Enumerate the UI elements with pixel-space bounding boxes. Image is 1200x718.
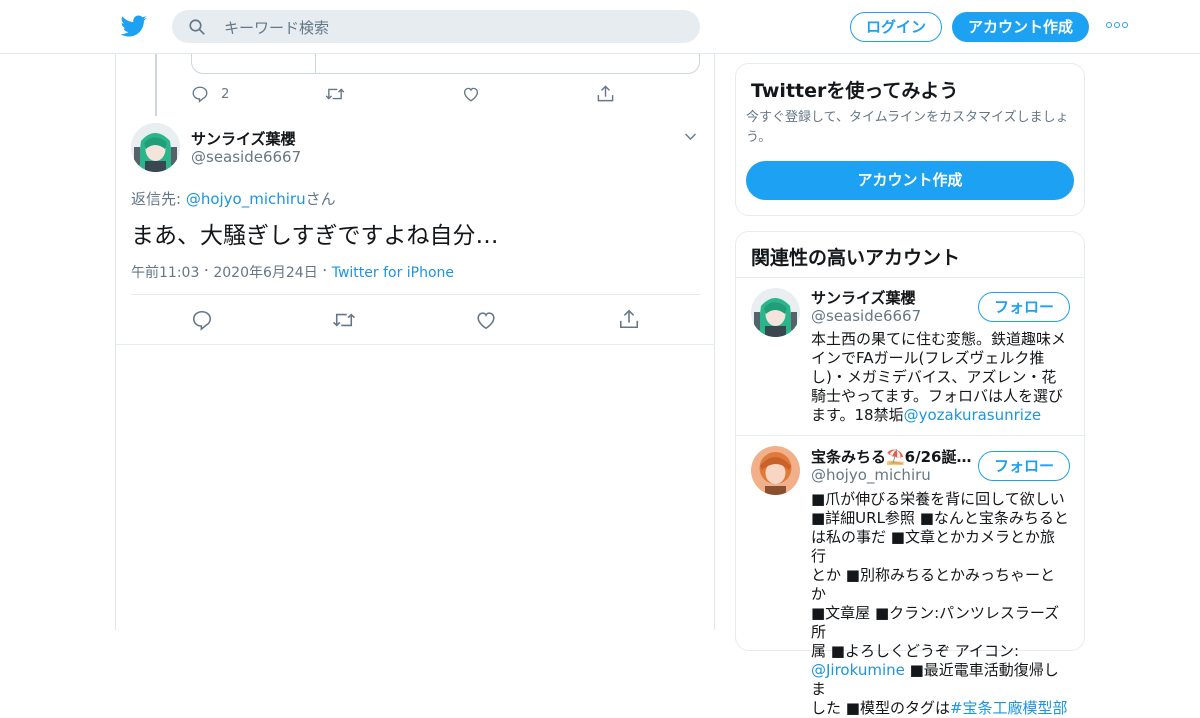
signup-card-title: Twitterを使ってみよう [751, 80, 959, 102]
reply-to-handle[interactable]: @hojyo_michiru [186, 190, 306, 208]
tweet-time[interactable]: 午前11:03 [131, 265, 199, 281]
follow-button[interactable]: フォロー [978, 451, 1070, 481]
avatar[interactable] [751, 288, 800, 337]
reply-action[interactable]: 2 [191, 85, 229, 103]
divider [736, 277, 1084, 278]
bio-line: ■文章屋 ■クラン:パンツレスラーズ所 [811, 604, 1060, 641]
bio-line: 属 ■よろしくどうぞ アイコン: [811, 642, 1020, 660]
reply-to-prefix: 返信先: [131, 190, 186, 208]
bio-line: 騎士やってます。フォロバは人を選び [811, 387, 1064, 405]
tweet-author-name[interactable]: サンライズ葉櫻 [191, 128, 296, 149]
retweet-action[interactable] [332, 310, 356, 330]
twitter-bird-icon[interactable] [120, 13, 148, 39]
bio-line: ■爪が伸びる栄養を背に回して欲しい [811, 490, 1065, 508]
tweet-metadata: 午前11:03 ・ 2020年6月24日・ Twitter for iPhone [131, 262, 454, 282]
signup-button[interactable]: アカウント作成 [952, 12, 1089, 42]
main-timeline-column: 2 サンライズ葉櫻 @seaside6667 返信先: @hojyo_michi… [115, 54, 715, 630]
share-icon [597, 85, 614, 102]
bio-line: インでFAガール(フレズヴェルク推 [811, 349, 1045, 367]
signup-card-description: 今すぐ登録して、タイムラインをカスタマイズしましょ う。 [746, 108, 1069, 148]
share-action[interactable] [596, 84, 615, 103]
bio-line: し)・メガミデバイス、アズレン・花 [811, 368, 1057, 386]
tweet-text: まあ、大騒ぎしすぎですよね自分… [131, 223, 499, 249]
bio-text: ます。18禁垢 [811, 406, 904, 424]
like-action[interactable] [462, 85, 480, 103]
meta-separator: ・ [319, 266, 330, 277]
bio-line: ます。18禁垢@yozakurasunrize [811, 406, 1069, 425]
top-navigation-bar: キーワード検索 ログイン アカウント作成 [0, 0, 1200, 54]
reply-to-suffix: さん [305, 190, 336, 208]
related-account-name[interactable]: 宝条みちる⛱️6/26誕… [811, 446, 971, 467]
tweet-date[interactable]: 2020年6月24日 [213, 265, 317, 281]
related-accounts-title: 関連性の高いアカウント [751, 247, 961, 269]
tweet-author-handle[interactable]: @seaside6667 [191, 148, 301, 166]
tweet-source[interactable]: Twitter for iPhone [332, 265, 454, 281]
reply-to-line: 返信先: @hojyo_michiruさん [131, 188, 336, 209]
like-icon [477, 312, 495, 330]
more-icon[interactable] [1106, 22, 1130, 32]
bio-hashtag-link[interactable]: #宝条工廠模型部 [950, 699, 1068, 717]
bio-line: 本土西の果てに住む変態。鉄道趣味メ [811, 330, 1067, 348]
related-account-bio: 本土西の果てに住む変態。鉄道趣味メ インでFAガール(フレズヴェルク推 し)・メ… [811, 330, 1069, 425]
signup-card-button[interactable]: アカウント作成 [746, 161, 1074, 200]
like-action[interactable] [475, 309, 497, 331]
signup-card: Twitterを使ってみよう 今すぐ登録して、タイムラインをカスタマイズしましょ… [735, 63, 1085, 216]
bio-line: @Jirokumine ■最近電車活動復帰しま [811, 661, 1069, 699]
meta-separator: ・ [201, 266, 212, 277]
login-button[interactable]: ログイン [850, 12, 942, 42]
retweet-icon [325, 88, 345, 100]
like-icon [463, 87, 479, 102]
reply-action[interactable] [191, 309, 213, 331]
avatar[interactable] [131, 123, 180, 172]
bio-line: は私の事だ ■文章とかカメラとか旅行 [811, 528, 1055, 565]
divider [736, 435, 1084, 436]
reply-count: 2 [221, 86, 230, 102]
avatar-image [751, 288, 800, 337]
chevron-down-icon[interactable] [683, 129, 698, 144]
avatar-image [751, 446, 800, 495]
divider [131, 294, 700, 295]
quoted-tweet-media-divider [315, 54, 316, 73]
avatar-image [131, 123, 180, 172]
bio-line: とか ■別称みちるとかみっちゃーとか [811, 566, 1055, 603]
signup-description-line: 今すぐ登録して、タイムラインをカスタマイズしましょ [746, 110, 1069, 125]
avatar[interactable] [751, 446, 800, 495]
share-icon [619, 309, 639, 329]
search-input[interactable]: キーワード検索 [224, 17, 329, 38]
reply-icon [192, 86, 208, 103]
bio-mention-link[interactable]: @Jirokumine [811, 661, 905, 679]
reply-icon [192, 310, 212, 331]
related-account-handle[interactable]: @seaside6667 [811, 307, 921, 325]
follow-button[interactable]: フォロー [978, 292, 1070, 322]
related-account-name[interactable]: サンライズ葉櫻 [811, 287, 916, 308]
signup-description-line: う。 [746, 130, 772, 145]
bio-mention-link[interactable]: @yozakurasunrize [904, 406, 1041, 424]
search-icon [189, 19, 205, 35]
divider [116, 344, 715, 345]
related-account-handle[interactable]: @hojyo_michiru [811, 466, 931, 484]
related-accounts-card: 関連性の高いアカウント サンライズ葉櫻 @seaside6667 フォロー 本土… [735, 231, 1085, 717]
bio-text: した ■模型のタグは [811, 699, 950, 717]
bio-line: ■詳細URL参照 ■なんと宝条みちると [811, 509, 1069, 527]
quoted-tweet-card[interactable] [191, 54, 700, 74]
search-box[interactable]: キーワード検索 [172, 10, 700, 43]
share-action[interactable] [618, 308, 640, 330]
related-account-bio: ■爪が伸びる栄養を背に回して欲しい ■詳細URL参照 ■なんと宝条みちると は私… [811, 490, 1069, 718]
retweet-icon [332, 313, 356, 327]
bio-line: した ■模型のタグは#宝条工廠模型部 [811, 699, 1069, 718]
thread-connector-line [155, 54, 157, 116]
retweet-action[interactable] [325, 85, 345, 103]
